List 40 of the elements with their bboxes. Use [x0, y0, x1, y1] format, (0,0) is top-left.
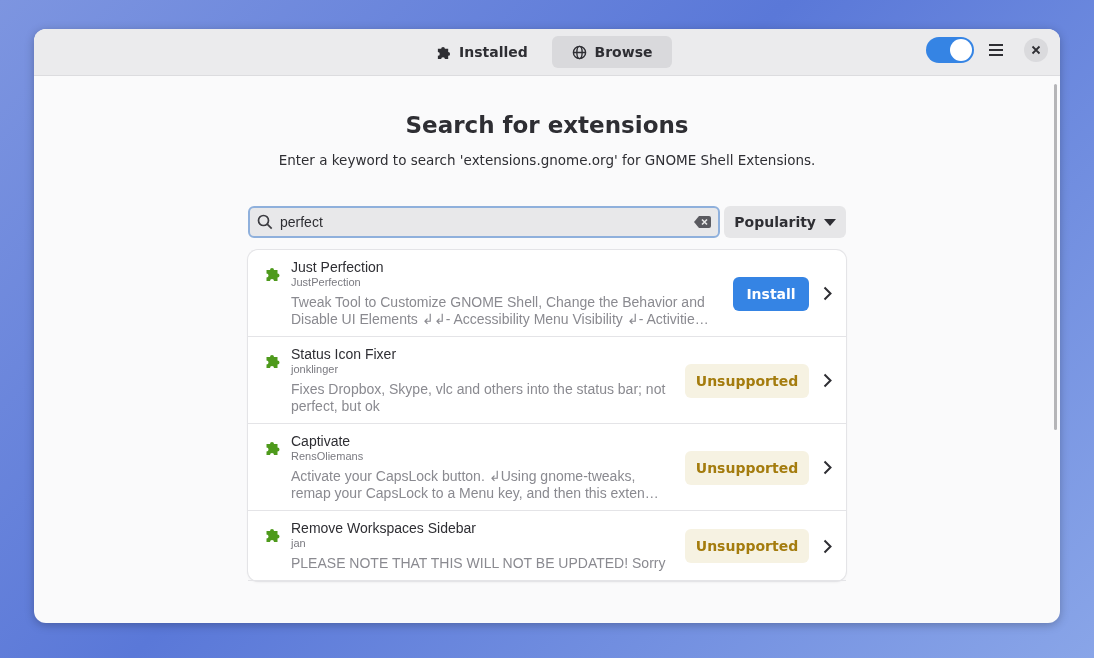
close-button[interactable] [1024, 38, 1048, 62]
puzzle-icon [436, 44, 452, 60]
chevron-right-icon[interactable] [823, 373, 832, 388]
close-icon [1031, 45, 1041, 55]
status-badge: Unsupported [685, 363, 809, 398]
install-button[interactable]: Install [733, 276, 809, 311]
extension-name: Captivate [291, 433, 352, 449]
extension-name: Status Icon Fixer [291, 346, 398, 362]
extension-author: JustPerfection [291, 276, 362, 288]
status-badge: Unsupported [685, 450, 809, 485]
extension-author: jonklinger [291, 363, 340, 375]
scrollbar[interactable] [1054, 84, 1057, 430]
puzzle-icon [264, 353, 281, 369]
caret-icon [824, 218, 836, 226]
chevron-right-icon[interactable] [823, 286, 832, 301]
extension-description: Activate your CapsLock button. ↲Using gnome-tweaks, remap your CapsLock to a Menu key, and then this exten… [291, 468, 660, 502]
extension-description: Tweak Tool to Customize GNOME Shell, Change the Behavior and Disable UI Elements ↲↲- Accessibility Menu Visibility ↲- Activitie… [291, 294, 710, 328]
menu-icon[interactable] [988, 43, 1004, 57]
globe-icon [571, 44, 587, 60]
puzzle-icon [264, 440, 281, 456]
page-subtitle: Enter a keyword to search 'extensions.gnome.org' for GNOME Shell Extensions. [278, 152, 816, 168]
status-badge: Unsupported [685, 529, 809, 563]
page-title: Search for extensions [405, 112, 689, 138]
chevron-right-icon[interactable] [823, 538, 832, 554]
puzzle-icon [264, 527, 281, 543]
toggle-switch[interactable] [926, 37, 974, 63]
chevron-right-icon[interactable] [823, 460, 832, 475]
extension-name: Just Perfection [291, 259, 385, 275]
search-icon [257, 214, 273, 230]
clear-icon[interactable] [694, 216, 712, 228]
puzzle-icon [264, 266, 281, 282]
view-tab[interactable]: Installed [422, 36, 542, 68]
extension-author: jan [291, 537, 307, 549]
search-field[interactable]: perfect [248, 206, 721, 238]
extension-author: RensOliemans [291, 450, 365, 462]
extension-description: Fixes Dropbox, Skype, vlc and others into the status bar; not perfect, but ok [291, 381, 667, 415]
view-tab[interactable]: Browse [552, 36, 672, 68]
extension-name: Remove Workspaces Sidebar [291, 520, 477, 536]
extension-description: PLEASE NOTE THAT THIS WILL NOT BE UPDATED! Sorry [291, 555, 667, 572]
sort-dropdown[interactable]: Popularity [724, 206, 846, 238]
